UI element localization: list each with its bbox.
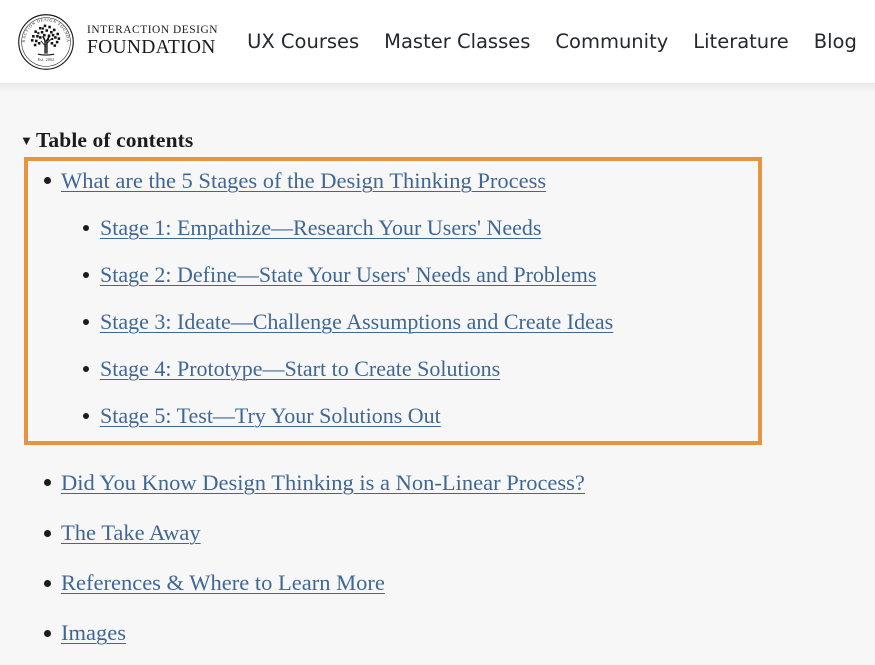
nav-item-literature[interactable]: Literature xyxy=(693,26,788,57)
bullet-icon xyxy=(83,319,89,325)
article-content: ▼Table of contents What are the 5 Stages… xyxy=(0,83,875,665)
bullet-icon xyxy=(83,225,89,231)
page-root: INTERACTION DESIGN FOUNDATION Est. 2002 … xyxy=(0,0,875,665)
tree-emblem-logo-icon: INTERACTION DESIGN FOUNDATION Est. 2002 xyxy=(17,13,75,71)
toc-link-stage-1[interactable]: Stage 1: Empathize—Research Your Users' … xyxy=(100,215,541,240)
bullet-icon xyxy=(83,366,89,372)
list-item[interactable]: Stage 1: Empathize—Research Your Users' … xyxy=(0,204,875,251)
brand-line-2: FOUNDATION xyxy=(87,38,218,58)
chevron-down-icon: ▼ xyxy=(20,133,33,149)
site-header: INTERACTION DESIGN FOUNDATION Est. 2002 … xyxy=(0,0,875,83)
list-item[interactable]: Stage 5: Test—Try Your Solutions Out xyxy=(0,392,875,439)
bullet-icon xyxy=(83,272,89,278)
list-item[interactable]: Stage 3: Ideate—Challenge Assumptions an… xyxy=(0,298,875,345)
bullet-icon xyxy=(44,630,51,637)
bullet-icon xyxy=(83,413,89,419)
table-of-contents-heading[interactable]: ▼Table of contents xyxy=(20,128,193,153)
toc-link-stage-3[interactable]: Stage 3: Ideate—Challenge Assumptions an… xyxy=(100,309,613,334)
toc-link-stages-overview[interactable]: What are the 5 Stages of the Design Thin… xyxy=(61,168,546,194)
list-item[interactable]: Did You Know Design Thinking is a Non-Li… xyxy=(0,457,875,508)
brand-wordmark: INTERACTION DESIGN FOUNDATION xyxy=(87,25,218,58)
toc-link-the-take-away[interactable]: The Take Away xyxy=(61,520,201,546)
list-item[interactable]: References & Where to Learn More xyxy=(0,558,875,608)
svg-text:Est. 2002: Est. 2002 xyxy=(38,58,55,62)
toc-link-images[interactable]: Images xyxy=(61,620,126,646)
nav-item-master-classes[interactable]: Master Classes xyxy=(384,26,530,57)
bullet-icon xyxy=(44,580,51,587)
nav-item-community[interactable]: Community xyxy=(555,26,668,57)
page-title: Table of contents xyxy=(36,128,193,152)
nav-item-ux-courses[interactable]: UX Courses xyxy=(247,26,359,57)
bullet-icon xyxy=(44,177,51,184)
toc-link-references[interactable]: References & Where to Learn More xyxy=(61,570,385,596)
list-item[interactable]: What are the 5 Stages of the Design Thin… xyxy=(0,157,875,204)
list-item[interactable]: Stage 4: Prototype—Start to Create Solut… xyxy=(0,345,875,392)
toc-link-stage-2[interactable]: Stage 2: Define—State Your Users' Needs … xyxy=(100,262,596,287)
list-item[interactable]: Images xyxy=(0,608,875,658)
toc-link-non-linear-process[interactable]: Did You Know Design Thinking is a Non-Li… xyxy=(61,470,585,496)
toc-link-stage-5[interactable]: Stage 5: Test—Try Your Solutions Out xyxy=(100,403,441,428)
list-item[interactable]: The Take Away xyxy=(0,508,875,558)
brand-logo-link[interactable]: INTERACTION DESIGN FOUNDATION Est. 2002 … xyxy=(17,13,218,71)
main-navigation: UX Courses Master Classes Community Lite… xyxy=(247,26,875,57)
table-of-contents-list: What are the 5 Stages of the Design Thin… xyxy=(0,157,875,658)
nav-item-blog[interactable]: Blog xyxy=(814,26,857,57)
toc-link-stage-4[interactable]: Stage 4: Prototype—Start to Create Solut… xyxy=(100,356,500,381)
list-item[interactable]: Stage 2: Define—State Your Users' Needs … xyxy=(0,251,875,298)
bullet-icon xyxy=(44,530,51,537)
brand-line-1: INTERACTION DESIGN xyxy=(87,25,218,36)
bullet-icon xyxy=(44,479,51,486)
